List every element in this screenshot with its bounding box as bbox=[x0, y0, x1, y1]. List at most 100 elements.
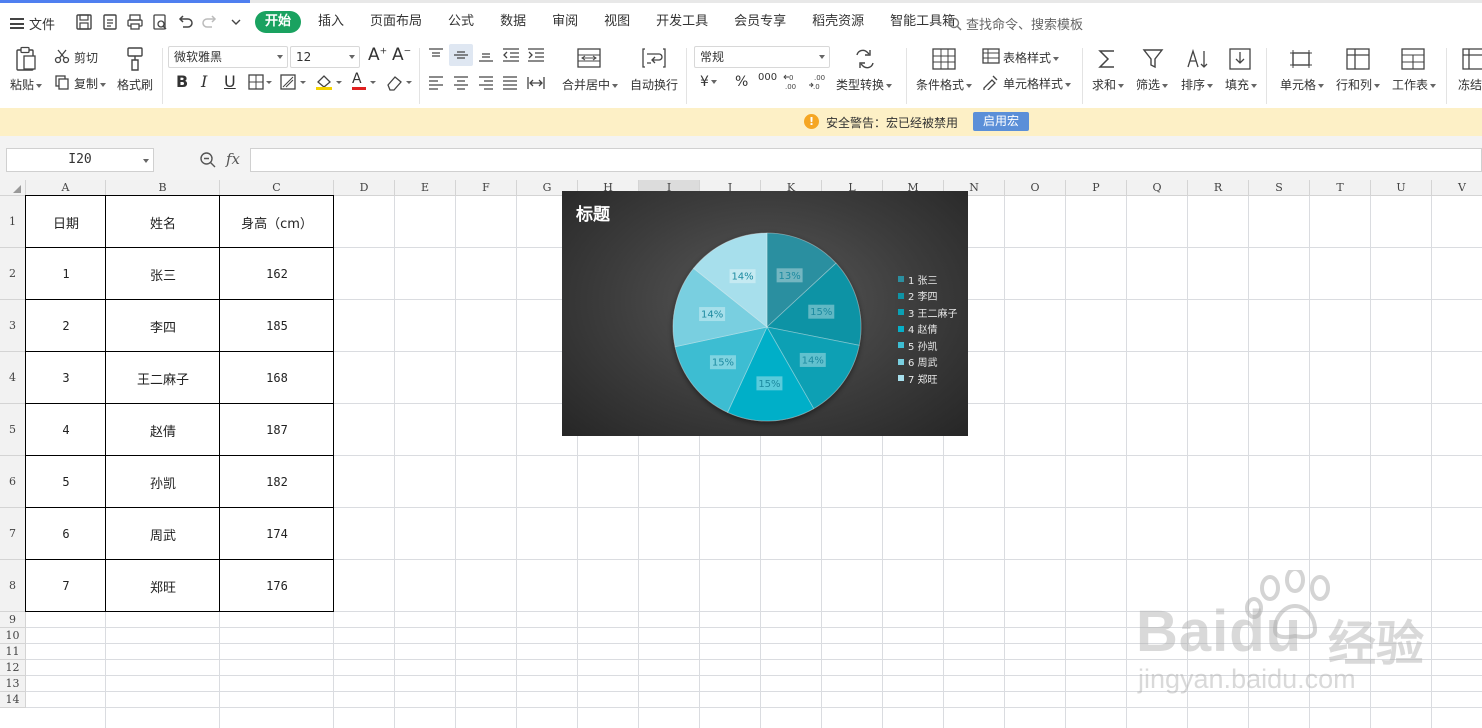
table-cell[interactable]: 王二麻子 bbox=[106, 352, 220, 404]
font-increase-button[interactable]: A+ bbox=[368, 45, 387, 65]
sum-button[interactable]: 求和 bbox=[1092, 76, 1125, 93]
clear-eraser-icon[interactable] bbox=[384, 73, 414, 91]
align-bottom-icon[interactable] bbox=[478, 48, 494, 62]
column-header-e[interactable]: E bbox=[395, 180, 456, 196]
fill-pattern-icon[interactable] bbox=[280, 74, 308, 90]
thousands-separator-button[interactable]: 000 bbox=[758, 72, 777, 83]
legend-item[interactable]: 3 王二麻子 bbox=[898, 304, 958, 321]
type-convert-button[interactable]: 类型转换 bbox=[836, 76, 893, 93]
print-preview-icon[interactable] bbox=[150, 12, 170, 32]
worksheet-icon[interactable] bbox=[1401, 48, 1425, 70]
row-header-6[interactable]: 6 bbox=[0, 456, 26, 508]
enable-macro-button[interactable]: 启用宏 bbox=[973, 112, 1029, 131]
distributed-icon[interactable] bbox=[527, 76, 545, 90]
table-header-cell[interactable]: 身高（cm） bbox=[220, 196, 334, 248]
cell-icon[interactable] bbox=[1289, 48, 1313, 70]
tab-member[interactable]: 会员专享 bbox=[721, 11, 799, 33]
table-cell[interactable]: 7 bbox=[26, 560, 106, 612]
tab-formulas[interactable]: 公式 bbox=[435, 11, 487, 33]
cell-style-button[interactable]: 单元格样式 bbox=[1003, 75, 1072, 92]
table-cell[interactable]: 1 bbox=[26, 248, 106, 300]
legend-item[interactable]: 5 孙凯 bbox=[898, 337, 958, 354]
row-column-icon[interactable] bbox=[1346, 48, 1370, 70]
column-header-r[interactable]: R bbox=[1188, 180, 1249, 196]
wrap-text-icon[interactable] bbox=[642, 48, 666, 68]
table-cell[interactable]: 5 bbox=[26, 456, 106, 508]
align-right-icon[interactable] bbox=[478, 76, 494, 90]
column-header-v[interactable]: V bbox=[1432, 180, 1482, 196]
tab-developer[interactable]: 开发工具 bbox=[643, 11, 721, 33]
formula-input[interactable] bbox=[250, 148, 1482, 172]
copy-button[interactable]: 复制 bbox=[74, 75, 107, 92]
row-header-12[interactable]: 12 bbox=[0, 660, 26, 676]
row-header-8[interactable]: 8 bbox=[0, 560, 26, 612]
filter-icon[interactable] bbox=[1142, 48, 1164, 70]
row-header-4[interactable]: 4 bbox=[0, 352, 26, 404]
tab-home[interactable]: 开始 bbox=[255, 11, 302, 33]
bold-button[interactable]: B bbox=[176, 72, 188, 91]
row-header-13[interactable]: 13 bbox=[0, 676, 26, 692]
merge-center-icon[interactable] bbox=[577, 48, 601, 68]
row-header-3[interactable]: 3 bbox=[0, 300, 26, 352]
row-header-1[interactable]: 1 bbox=[0, 196, 26, 248]
wrap-text-button[interactable]: 自动换行 bbox=[630, 76, 678, 93]
freeze-icon[interactable] bbox=[1462, 48, 1482, 70]
redo-icon[interactable] bbox=[200, 12, 220, 32]
column-header-p[interactable]: P bbox=[1066, 180, 1127, 196]
tab-review[interactable]: 审阅 bbox=[539, 11, 591, 33]
conditional-format-button[interactable]: 条件格式 bbox=[916, 76, 973, 93]
save-icon[interactable] bbox=[74, 12, 94, 32]
file-menu[interactable]: 文件 bbox=[10, 14, 55, 33]
undo-icon[interactable] bbox=[175, 12, 195, 32]
table-cell[interactable]: 168 bbox=[220, 352, 334, 404]
cut-button[interactable]: 剪切 bbox=[74, 49, 98, 66]
tab-page-layout[interactable]: 页面布局 bbox=[357, 11, 435, 33]
legend-item[interactable]: 4 赵倩 bbox=[898, 321, 958, 338]
table-header-cell[interactable]: 日期 bbox=[26, 196, 106, 248]
conditional-format-icon[interactable] bbox=[932, 48, 956, 70]
column-header-f[interactable]: F bbox=[456, 180, 517, 196]
currency-button[interactable]: ¥ bbox=[700, 74, 717, 90]
align-top-icon[interactable] bbox=[428, 48, 444, 62]
worksheet-button[interactable]: 工作表 bbox=[1392, 76, 1437, 93]
column-header-c[interactable]: C bbox=[220, 180, 334, 196]
borders-icon[interactable] bbox=[248, 74, 272, 90]
decrease-indent-icon[interactable] bbox=[502, 48, 520, 62]
tab-data[interactable]: 数据 bbox=[487, 11, 539, 33]
cell-button[interactable]: 单元格 bbox=[1280, 76, 1325, 93]
sort-icon[interactable] bbox=[1186, 48, 1210, 70]
table-cell[interactable]: 6 bbox=[26, 508, 106, 560]
increase-indent-icon[interactable] bbox=[527, 48, 545, 62]
paste-icon[interactable] bbox=[14, 46, 38, 72]
table-cell[interactable]: 185 bbox=[220, 300, 334, 352]
table-cell[interactable]: 孙凯 bbox=[106, 456, 220, 508]
column-header-o[interactable]: O bbox=[1005, 180, 1066, 196]
table-cell[interactable]: 2 bbox=[26, 300, 106, 352]
number-format-select[interactable]: 常规 bbox=[694, 46, 830, 68]
row-header-10[interactable]: 10 bbox=[0, 628, 26, 644]
row-header-14[interactable]: 14 bbox=[0, 692, 26, 708]
column-header-u[interactable]: U bbox=[1371, 180, 1432, 196]
pie-chart[interactable]: 标题 13% 15% 14% 15% 15% 14% 14% 1 张三 2 李四 3 王二麻子 4… bbox=[562, 191, 968, 436]
fill-button[interactable]: 填充 bbox=[1225, 76, 1258, 93]
sort-button[interactable]: 排序 bbox=[1181, 76, 1214, 93]
font-name-select[interactable]: 微软雅黑 bbox=[168, 46, 288, 68]
row-header-5[interactable]: 5 bbox=[0, 404, 26, 456]
increase-decimal-icon[interactable]: 0.00 bbox=[783, 73, 803, 91]
row-header-7[interactable]: 7 bbox=[0, 508, 26, 560]
table-cell[interactable]: 162 bbox=[220, 248, 334, 300]
decrease-decimal-icon[interactable]: .00.0 bbox=[808, 73, 828, 91]
legend-item[interactable]: 7 郑旺 bbox=[898, 370, 958, 387]
underline-button[interactable]: U bbox=[224, 72, 236, 91]
tab-insert[interactable]: 插入 bbox=[305, 11, 357, 33]
table-cell[interactable]: 张三 bbox=[106, 248, 220, 300]
format-painter-icon[interactable] bbox=[124, 46, 146, 72]
print-icon[interactable] bbox=[125, 12, 145, 32]
table-cell[interactable]: 182 bbox=[220, 456, 334, 508]
table-cell[interactable]: 187 bbox=[220, 404, 334, 456]
legend-item[interactable]: 2 李四 bbox=[898, 288, 958, 305]
row-header-2[interactable]: 2 bbox=[0, 248, 26, 300]
column-header-q[interactable]: Q bbox=[1127, 180, 1188, 196]
table-cell[interactable]: 郑旺 bbox=[106, 560, 220, 612]
type-convert-icon[interactable] bbox=[853, 48, 877, 70]
